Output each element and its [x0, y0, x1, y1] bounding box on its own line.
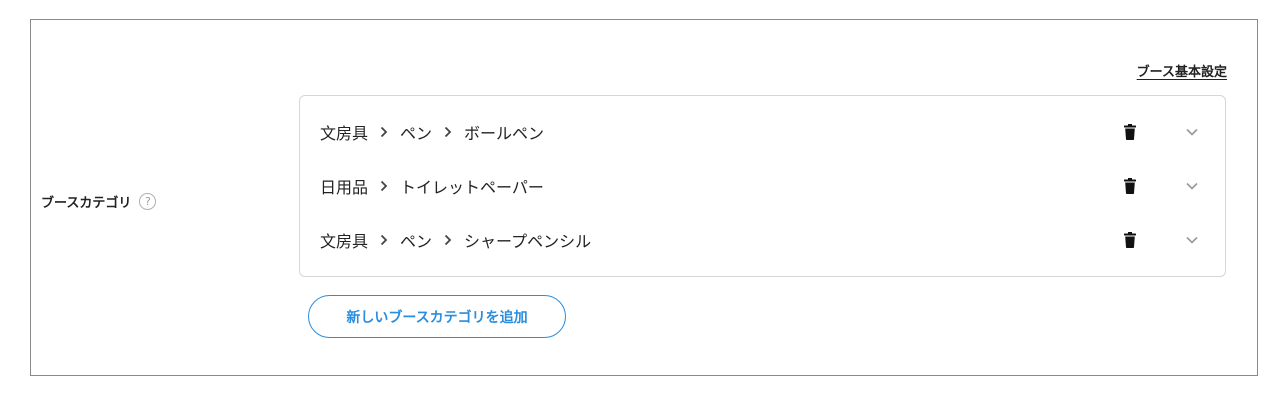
category-level-3: シャープペンシル	[464, 232, 592, 251]
category-path: 文房具 ペン シャープペンシル	[320, 228, 591, 252]
trash-icon[interactable]	[1123, 232, 1137, 248]
category-level-2: ペン	[400, 232, 433, 251]
chevron-down-icon[interactable]	[1185, 235, 1199, 245]
chevron-right-icon	[380, 180, 388, 192]
category-path: 文房具 ペン ボールペン	[320, 120, 544, 144]
category-row: 文房具 ペン ボールペン	[300, 112, 1225, 152]
chevron-right-icon	[380, 126, 388, 138]
add-booth-category-button[interactable]: 新しいブースカテゴリを追加	[308, 295, 566, 338]
chevron-right-icon	[444, 126, 452, 138]
chevron-right-icon	[444, 234, 452, 246]
question-circle-icon[interactable]: ?	[139, 193, 157, 210]
category-level-2: ペン	[400, 124, 433, 143]
chevron-down-icon[interactable]	[1185, 127, 1199, 137]
category-row: 日用品 トイレットペーパー	[300, 166, 1225, 206]
trash-icon[interactable]	[1123, 178, 1137, 194]
chevron-down-icon[interactable]	[1185, 181, 1199, 191]
booth-basic-settings-link[interactable]: ブース基本設定	[1137, 61, 1227, 80]
category-path: 日用品 トイレットペーパー	[320, 174, 544, 198]
category-level-2: トイレットペーパー	[400, 178, 544, 197]
category-level-1: 文房具	[320, 124, 369, 143]
field-label-group: ブースカテゴリ ?	[41, 192, 157, 211]
category-level-1: 文房具	[320, 232, 369, 251]
booth-category-panel: ブース基本設定 ブースカテゴリ ? 文房具 ペン ボールペン 日用品 トイレット…	[30, 19, 1258, 376]
category-row: 文房具 ペン シャープペンシル	[300, 220, 1225, 260]
category-level-3: ボールペン	[464, 124, 545, 143]
chevron-right-icon	[380, 234, 388, 246]
trash-icon[interactable]	[1123, 124, 1137, 140]
booth-category-label: ブースカテゴリ	[41, 196, 132, 211]
category-level-1: 日用品	[320, 178, 369, 197]
category-list: 文房具 ペン ボールペン 日用品 トイレットペーパー 文房具 ペン シャープペン…	[299, 95, 1226, 277]
